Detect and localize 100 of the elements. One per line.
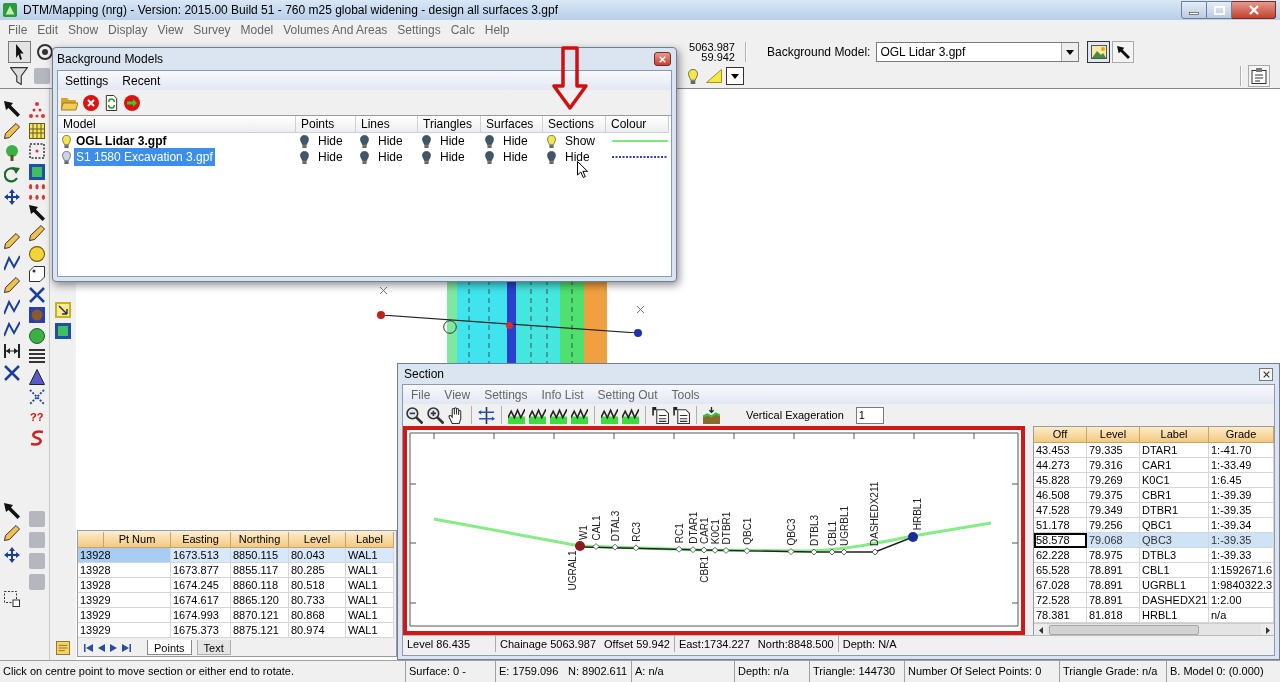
table-cell[interactable]: 44.273 bbox=[1034, 458, 1087, 473]
diagonal-arrow-icon[interactable] bbox=[28, 204, 45, 221]
split-arrows-icon[interactable] bbox=[478, 406, 495, 424]
visibility-toggle[interactable]: Hide bbox=[503, 132, 528, 150]
move-icon[interactable] bbox=[4, 547, 21, 563]
tree-icon[interactable] bbox=[4, 145, 21, 161]
previous-page-icon[interactable] bbox=[98, 644, 105, 652]
dotted-square-icon[interactable] bbox=[28, 143, 45, 160]
table-cell[interactable]: 79.068 bbox=[1087, 533, 1140, 548]
table-cell[interactable]: CBL1 bbox=[1140, 563, 1209, 578]
table-cell[interactable]: DASHEDX21 bbox=[1140, 593, 1209, 608]
menu-item[interactable]: View bbox=[157, 21, 184, 39]
visibility-toggle[interactable]: Hide bbox=[565, 148, 590, 166]
column-header[interactable]: Sections bbox=[543, 116, 606, 133]
refresh-document-icon[interactable] bbox=[104, 94, 119, 111]
table-cell[interactable]: 79.316 bbox=[1087, 458, 1140, 473]
bulb-icon[interactable] bbox=[422, 134, 431, 148]
pencil-icon[interactable] bbox=[4, 233, 21, 249]
table-cell[interactable]: WAL1 bbox=[346, 548, 394, 563]
bulb-icon[interactable] bbox=[62, 150, 71, 164]
dropdown[interactable]: OGL Lidar 3.gpf bbox=[876, 42, 1080, 62]
profile-chart-icon[interactable] bbox=[571, 406, 588, 424]
triangle-icon[interactable] bbox=[28, 368, 45, 385]
column-header[interactable]: Surfaces bbox=[481, 116, 543, 133]
table-cell[interactable]: 79.349 bbox=[1087, 503, 1140, 518]
column-header[interactable]: Level bbox=[1087, 427, 1140, 443]
menu-item[interactable]: Display bbox=[108, 21, 148, 39]
menu-item[interactable]: Info List bbox=[541, 385, 584, 404]
table-cell[interactable]: 78.891 bbox=[1087, 563, 1140, 578]
terrain-icon[interactable] bbox=[703, 406, 720, 424]
arrow-button[interactable] bbox=[1112, 41, 1135, 63]
move-icon[interactable] bbox=[4, 189, 21, 205]
last-page-icon[interactable] bbox=[122, 644, 131, 652]
layer-icon[interactable] bbox=[55, 323, 71, 339]
pointer-button[interactable] bbox=[8, 41, 31, 63]
table-cell[interactable]: 78.891 bbox=[1087, 593, 1140, 608]
table-cell[interactable]: 13928 bbox=[78, 578, 171, 593]
funnel-icon[interactable] bbox=[10, 67, 28, 85]
model-name[interactable]: OGL Lidar 3.gpf bbox=[74, 132, 169, 150]
table-cell[interactable]: WAL1 bbox=[346, 563, 394, 578]
table-cell[interactable]: 58.578 bbox=[1034, 533, 1087, 548]
visibility-toggle[interactable]: Hide bbox=[318, 132, 343, 150]
table-cell[interactable]: 1675.373 bbox=[171, 623, 231, 638]
column-header[interactable]: Label bbox=[346, 532, 394, 548]
table-cell[interactable]: 8865.120 bbox=[231, 593, 289, 608]
table-cell[interactable]: n/a bbox=[1209, 608, 1274, 623]
table-cell[interactable]: 79.375 bbox=[1087, 488, 1140, 503]
menu-item[interactable]: Settings bbox=[65, 71, 109, 90]
target-icon[interactable] bbox=[37, 44, 53, 60]
column-header[interactable]: Points bbox=[296, 116, 356, 133]
visibility-toggle[interactable]: Hide bbox=[440, 132, 465, 150]
toolbar-glyph[interactable]: ?? bbox=[30, 412, 44, 424]
table-cell[interactable]: 62.228 bbox=[1034, 548, 1087, 563]
table-cell[interactable]: 8870.121 bbox=[231, 608, 289, 623]
end-point-marker[interactable] bbox=[377, 311, 385, 319]
cross-icon[interactable] bbox=[4, 365, 21, 381]
table-cell[interactable]: 1674.993 bbox=[171, 608, 231, 623]
table-cell[interactable]: 1:-39.35 bbox=[1209, 533, 1274, 548]
table-cell[interactable]: 13929 bbox=[78, 608, 171, 623]
polyline-icon[interactable] bbox=[4, 321, 21, 337]
table-cell[interactable]: 13929 bbox=[78, 623, 171, 638]
minimize-button[interactable] bbox=[1181, 1, 1207, 19]
table-cell[interactable]: 51.178 bbox=[1034, 518, 1087, 533]
centre-point-marker[interactable] bbox=[506, 322, 513, 329]
next-page-icon[interactable] bbox=[110, 644, 117, 652]
table-cell[interactable]: 80.285 bbox=[289, 563, 346, 578]
x-circle-icon[interactable] bbox=[83, 94, 99, 111]
visibility-toggle[interactable]: Hide bbox=[378, 148, 403, 166]
table-cell[interactable]: 47.528 bbox=[1034, 503, 1087, 518]
visibility-toggle[interactable]: Show bbox=[565, 132, 596, 150]
dot-grid-icon[interactable] bbox=[28, 184, 45, 201]
scroll-right-button[interactable] bbox=[1261, 624, 1274, 636]
table-cell[interactable]: WAL1 bbox=[346, 593, 394, 608]
table-cell[interactable]: 1:9840322.3 bbox=[1209, 578, 1274, 593]
zoom-in-icon[interactable] bbox=[427, 406, 444, 424]
document-icon[interactable] bbox=[652, 406, 669, 424]
table-cell[interactable]: 65.528 bbox=[1034, 563, 1087, 578]
diagonal-arrow-icon[interactable] bbox=[4, 503, 21, 519]
menu-item[interactable]: Setting Out bbox=[597, 385, 658, 404]
arrow-box-icon[interactable] bbox=[55, 302, 71, 318]
table-cell[interactable]: 1:-39.35 bbox=[1209, 503, 1274, 518]
bulb-icon[interactable] bbox=[547, 134, 556, 148]
table-cell[interactable]: DTBL3 bbox=[1140, 548, 1209, 563]
column-header[interactable]: Model bbox=[58, 116, 296, 133]
diagonal-arrow-icon[interactable] bbox=[4, 101, 21, 117]
table-cell[interactable]: 72.528 bbox=[1034, 593, 1087, 608]
column-header[interactable]: Grade bbox=[1209, 427, 1274, 443]
menu-item[interactable]: Help bbox=[484, 21, 510, 39]
table-cell[interactable]: 1674.617 bbox=[171, 593, 231, 608]
table-cell[interactable]: 80.974 bbox=[289, 623, 346, 638]
bulb-icon[interactable] bbox=[360, 150, 369, 164]
document-icon[interactable] bbox=[673, 406, 690, 424]
close-button[interactable] bbox=[1259, 367, 1273, 381]
menu-item[interactable]: Edit bbox=[37, 21, 59, 39]
text-field[interactable]: 1 bbox=[855, 406, 884, 424]
table-cell[interactable]: 67.028 bbox=[1034, 578, 1087, 593]
table-cell[interactable]: QBC1 bbox=[1140, 518, 1209, 533]
scroll-left-button[interactable] bbox=[1034, 624, 1047, 636]
dropdown-button[interactable] bbox=[726, 67, 744, 85]
tag-icon[interactable] bbox=[28, 266, 45, 283]
